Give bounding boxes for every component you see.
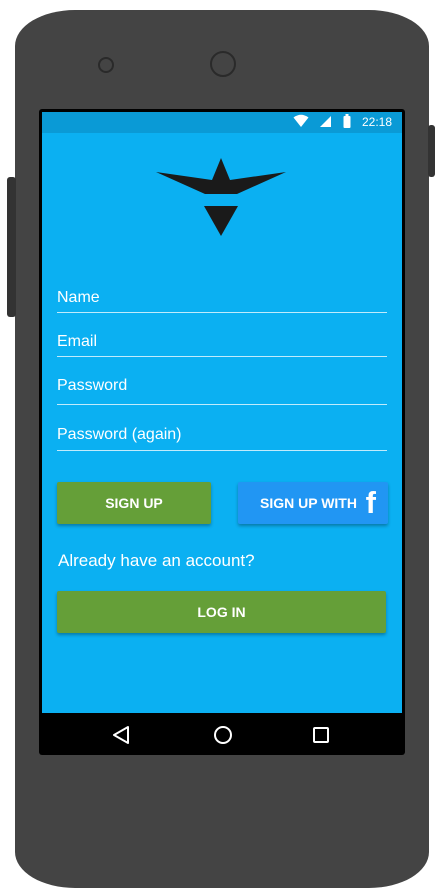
phone-power-button	[428, 125, 435, 177]
email-field-underline	[57, 356, 387, 357]
sign-up-facebook-button[interactable]: SIGN UP WITH f	[238, 482, 388, 524]
sign-up-button-label: SIGN UP	[105, 495, 163, 511]
phone-front-camera	[210, 51, 236, 77]
battery-icon	[343, 114, 351, 132]
password-field[interactable]: Password	[57, 370, 387, 405]
sign-up-with-label: SIGN UP WITH	[260, 495, 357, 511]
log-in-button[interactable]: LOG IN	[57, 591, 386, 633]
app-screen: 22:18 Name Email Password Password (agai…	[42, 112, 402, 713]
email-field-label: Email	[57, 333, 98, 350]
sign-up-button[interactable]: SIGN UP	[57, 482, 211, 524]
back-icon[interactable]	[112, 725, 130, 750]
password-again-field[interactable]: Password (again)	[57, 416, 387, 451]
home-icon[interactable]	[213, 725, 233, 750]
password-again-field-label: Password (again)	[57, 426, 182, 443]
email-field[interactable]: Email	[57, 326, 387, 357]
log-in-button-label: LOG IN	[197, 604, 246, 620]
signal-icon	[319, 114, 332, 131]
password-again-field-underline	[57, 450, 387, 451]
password-field-underline	[57, 404, 387, 405]
phone-sensor	[98, 57, 114, 73]
facebook-icon: f	[365, 485, 376, 520]
wifi-icon	[293, 114, 309, 131]
already-have-account-text: Already have an account?	[58, 551, 255, 570]
password-field-label: Password	[57, 377, 128, 394]
bird-logo-icon	[155, 156, 287, 238]
name-field-label: Name	[57, 289, 100, 306]
name-field[interactable]: Name	[57, 282, 387, 313]
status-time: 22:18	[361, 115, 392, 129]
status-bar: 22:18	[42, 112, 402, 133]
phone-volume-button	[7, 177, 16, 317]
name-field-underline	[57, 312, 387, 313]
recents-icon[interactable]	[312, 725, 330, 750]
navigation-bar	[42, 713, 402, 755]
